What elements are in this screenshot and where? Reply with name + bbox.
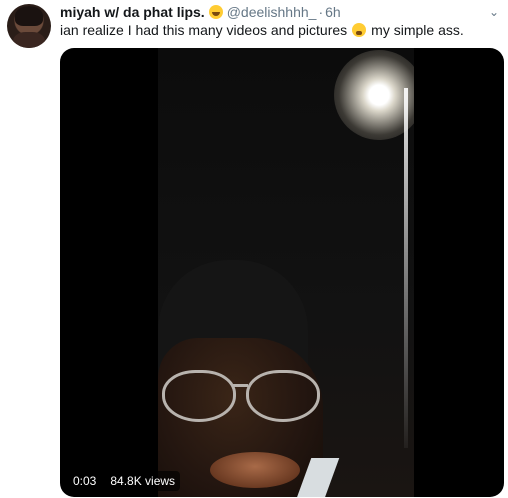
video-frame[interactable] bbox=[158, 48, 414, 497]
tweet-header: miyah w/ da phat lips. @deelishhhh_ · 6h bbox=[60, 3, 341, 21]
loudly-crying-face-emoji-icon bbox=[352, 23, 367, 37]
glasses-bridge bbox=[232, 384, 248, 387]
glasses-left-lens bbox=[162, 370, 236, 422]
tweet-text-part-1: ian realize I had this many videos and p… bbox=[60, 22, 348, 38]
tweet-timestamp[interactable]: 6h bbox=[325, 4, 341, 20]
rolling-on-floor-laughing-emoji-icon bbox=[208, 5, 223, 19]
separator-dot: · bbox=[318, 4, 324, 20]
chevron-down-icon[interactable]: ⌄ bbox=[486, 4, 502, 20]
light-flare bbox=[334, 50, 414, 140]
glasses-right-lens bbox=[246, 370, 320, 422]
video-player[interactable]: 0:03 84.8K views bbox=[60, 48, 504, 497]
person-lips bbox=[210, 452, 300, 488]
tweet[interactable]: miyah w/ da phat lips. @deelishhhh_ · 6h… bbox=[0, 0, 508, 498]
avatar-hair bbox=[15, 6, 43, 26]
display-name[interactable]: miyah w/ da phat lips. bbox=[60, 4, 205, 20]
avatar[interactable] bbox=[7, 4, 51, 48]
video-view-count: 84.8K views bbox=[105, 471, 181, 491]
tweet-text-part-2: my simple ass. bbox=[371, 22, 464, 38]
video-elapsed-time: 0:03 bbox=[68, 471, 102, 491]
user-handle[interactable]: @deelishhhh_ bbox=[227, 4, 317, 20]
avatar-body bbox=[13, 32, 45, 48]
video-overlay-controls: 0:03 84.8K views bbox=[68, 471, 181, 491]
tweet-text: ian realize I had this many videos and p… bbox=[60, 22, 464, 38]
light-streak bbox=[404, 88, 408, 448]
